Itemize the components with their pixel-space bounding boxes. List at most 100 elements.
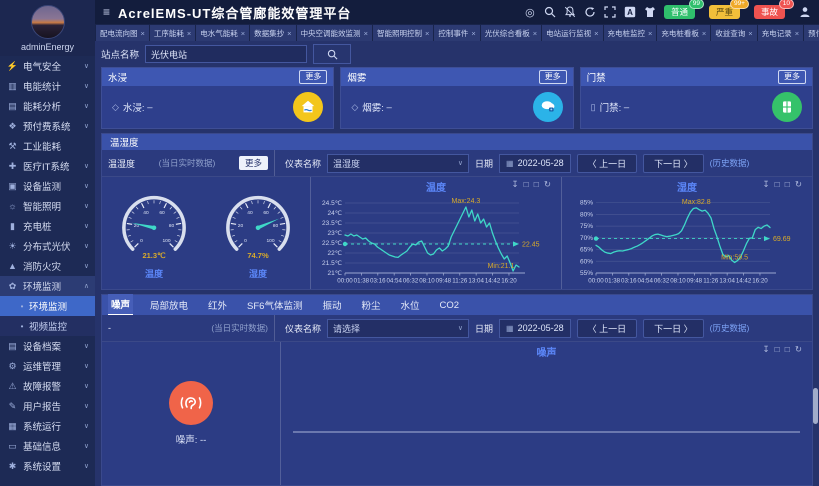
sensor-tab[interactable]: 噪声 [108,294,133,316]
site-name-input[interactable] [145,45,307,63]
close-icon[interactable]: × [364,29,368,38]
date-picker[interactable]: ▦ 2022-05-28 [499,154,571,173]
sidebar-item[interactable]: ▮ 充电桩 ∨ [0,216,95,236]
magic-type-icon[interactable]: □ [775,345,780,353]
sidebar-item[interactable]: • 视频监控 [0,316,95,336]
restore-icon[interactable]: ↻ [544,180,551,188]
search-icon[interactable] [544,6,556,18]
fullscreen-icon[interactable] [604,6,616,18]
page-tab[interactable]: ● 充电桩监控 × [604,25,657,41]
sidebar-item[interactable]: ▦ 系统运行 ∨ [0,416,95,436]
meter-select[interactable]: 温湿度 ∨ [327,154,469,173]
sidebar-item[interactable]: ✿ 环境监测 ∧ [0,276,95,296]
data-view-icon[interactable]: □ [534,180,539,188]
close-icon[interactable]: × [533,29,537,38]
theme-icon[interactable] [644,6,656,18]
page-tab[interactable]: ● 收益查询 × [711,25,756,41]
door-grid-icon [779,99,795,115]
meter-select[interactable]: 请选择 ∨ [327,319,469,338]
close-icon[interactable]: × [795,29,799,38]
page-tab[interactable]: ● 中央空调能效监测 × [297,25,372,41]
sidebar-item[interactable]: ✎ 用户报告 ∨ [0,396,95,416]
page-tab[interactable]: ● 电水气能耗 × [196,25,249,41]
sensor-tab[interactable]: SF6气体监测 [244,295,305,315]
prev-day-button[interactable]: 〈 上一日 [577,319,638,338]
sidebar-item[interactable]: ⚡ 电气安全 ∨ [0,56,95,76]
close-icon[interactable]: × [187,29,191,38]
page-tab[interactable]: ● 充电桩看板 × [657,25,710,41]
close-icon[interactable]: × [702,29,706,38]
more-button[interactable]: 更多 [299,70,327,84]
menu-toggle-icon[interactable]: ≡ [103,5,110,19]
next-day-button[interactable]: 下一日 〉 [643,154,704,173]
page-tab[interactable]: ● 充电记录 × [758,25,803,41]
page-tab[interactable]: ● 光伏综合看板 × [481,25,541,41]
save-image-icon[interactable]: ↧ [762,180,769,188]
history-data-link[interactable]: (历史数据) [710,322,750,334]
avatar[interactable] [31,5,65,39]
sidebar-item[interactable]: ▭ 基础信息 ∨ [0,436,95,456]
sensor-tab[interactable]: 局部放电 [147,295,191,315]
sidebar-item[interactable]: ⚠ 故障报警 ∨ [0,376,95,396]
page-tab[interactable]: ● 数据集抄 × [250,25,295,41]
sidebar-item[interactable]: ▥ 电能统计 ∨ [0,76,95,96]
close-icon[interactable]: × [141,29,145,38]
translate-icon[interactable]: A [624,6,636,18]
more-button[interactable]: 更多 [539,70,567,84]
humidity-chart-box: 湿度 ↧□□↻ 55%60%65%70%75%80%85%00:0001:380… [561,177,812,289]
prev-day-button[interactable]: 〈 上一日 [577,154,638,173]
data-view-icon[interactable]: □ [785,345,790,353]
close-icon[interactable]: × [425,29,429,38]
sidebar-item[interactable]: ⚒ 工业能耗 [0,136,95,156]
sidebar-item[interactable]: ▤ 能耗分析 ∨ [0,96,95,116]
page-tab[interactable]: ● 电站运行监视 × [542,25,602,41]
more-button[interactable]: 更多 [778,70,806,84]
sensor-tab[interactable]: CO2 [437,295,463,315]
data-view-icon[interactable]: □ [785,180,790,188]
sidebar-item[interactable]: ⚙ 运维管理 ∨ [0,356,95,376]
close-icon[interactable]: × [471,29,475,38]
sidebar-item[interactable]: • 环境监测 [0,296,95,316]
page-tab[interactable]: ● 预付费看板 × [804,25,819,41]
next-day-button[interactable]: 下一日 〉 [643,319,704,338]
refresh-icon[interactable] [584,6,596,18]
sensor-tab[interactable]: 水位 [398,295,423,315]
page-tab[interactable]: ● 配电流向图 × [96,25,149,41]
alarm-badge[interactable]: 事故 10 [754,5,785,19]
date-picker[interactable]: ▦ 2022-05-28 [499,319,571,338]
save-image-icon[interactable]: ↧ [511,180,518,188]
site-search-button[interactable] [313,44,351,64]
more-button[interactable]: 更多 [239,156,268,170]
page-tab[interactable]: ● 智能照明控制 × [373,25,433,41]
close-icon[interactable]: × [648,29,652,38]
alarm-badge[interactable]: 严重 99+ [709,5,740,19]
page-tab[interactable]: ● 工序能耗 × [150,25,195,41]
sidebar-item[interactable]: ✱ 系统设置 ∨ [0,456,95,476]
sidebar-item[interactable]: ✚ 医疗IT系统 ∨ [0,156,95,176]
restore-icon[interactable]: ↻ [795,345,802,353]
sensor-tab[interactable]: 粉尘 [359,295,384,315]
close-icon[interactable]: × [241,29,245,38]
user-icon[interactable] [799,6,811,18]
sensor-tab[interactable]: 红外 [205,295,230,315]
close-icon[interactable]: × [594,29,598,38]
sidebar-item[interactable]: ▤ 设备档案 ∨ [0,336,95,356]
magic-type-icon[interactable]: □ [524,180,529,188]
sensor-tab[interactable]: 振动 [319,295,344,315]
restore-icon[interactable]: ↻ [795,180,802,188]
page-tab[interactable]: ● 控制事件 × [434,25,479,41]
sidebar-item[interactable]: ▲ 消防火灾 ∨ [0,256,95,276]
history-data-link[interactable]: (历史数据) [710,157,750,169]
bell-off-icon[interactable] [564,6,576,18]
close-icon[interactable]: × [748,29,752,38]
sidebar-item[interactable]: ❖ 预付费系统 ∨ [0,116,95,136]
record-icon[interactable]: ◎ [524,6,536,18]
save-image-icon[interactable]: ↧ [762,345,769,353]
magic-type-icon[interactable]: □ [775,180,780,188]
sidebar-item[interactable]: ☀ 分布式光伏 ∨ [0,236,95,256]
alarm-badge[interactable]: 普通 99 [664,5,695,19]
sidebar-item[interactable]: ☼ 智能照明 ∨ [0,196,95,216]
close-icon[interactable]: × [287,29,291,38]
sidebar-item[interactable]: ▣ 设备监测 ∨ [0,176,95,196]
scrollbar-thumb[interactable] [813,388,818,424]
